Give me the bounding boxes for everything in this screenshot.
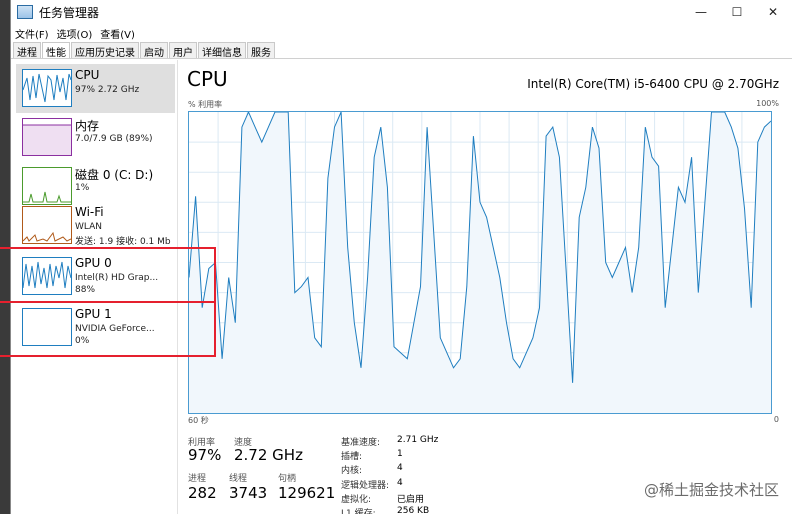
highlight-gpu0 (0, 247, 216, 303)
task-manager-icon (17, 5, 33, 19)
handle-label: 句柄 (278, 474, 297, 484)
process-label: 进程 (188, 474, 207, 484)
sidebar-detail-2: 发送: 1.9 接收: 0.1 Mb (75, 237, 171, 247)
page-title: CPU (187, 67, 228, 91)
detail-value: 256 KB (397, 506, 430, 514)
detail-value: 1 (397, 449, 403, 459)
sidebar-label: CPU (75, 68, 100, 82)
sidebar-label: 磁盘 0 (C: D:) (75, 168, 154, 182)
tab-details[interactable]: 详细信息 (198, 42, 246, 59)
process-value: 282 (188, 484, 217, 502)
minimize-button[interactable]: — (681, 0, 721, 24)
highlight-gpu1 (0, 301, 216, 357)
window-title: 任务管理器 (39, 5, 100, 20)
wifi-mini-graph (22, 206, 72, 244)
detail-value: 4 (397, 478, 403, 488)
tab-users[interactable]: 用户 (169, 42, 197, 59)
detail-label: 插槽: (341, 452, 363, 462)
detail-label: 逻辑处理器: (341, 481, 390, 491)
util-value: 97% (188, 446, 222, 464)
thread-value: 3743 (229, 484, 268, 502)
detail-label: 虚拟化: (341, 495, 372, 505)
close-button[interactable]: ✕ (753, 0, 792, 24)
detail-label: L1 缓存: (341, 509, 376, 514)
detail-label: 基准速度: (341, 438, 381, 448)
handle-value: 129621 (278, 484, 336, 502)
tab-startup[interactable]: 启动 (140, 42, 168, 59)
cpu-model: Intel(R) Core(TM) i5-6400 CPU @ 2.70GHz (527, 77, 779, 91)
sidebar-label: Wi-Fi (75, 205, 104, 219)
thread-label: 线程 (229, 474, 248, 484)
sidebar-detail: 97% 2.72 GHz (75, 85, 140, 95)
cpu-detail-panel: CPU Intel(R) Core(TM) i5-6400 CPU @ 2.70… (177, 60, 792, 514)
watermark: @稀土掘金技术社区 (643, 481, 779, 499)
menu-options[interactable]: 选项(O) (53, 24, 97, 42)
tab-app-history[interactable]: 应用历史记录 (71, 42, 139, 59)
cpu-mini-graph (22, 69, 72, 107)
tab-services[interactable]: 服务 (247, 42, 275, 59)
sidebar-detail: 7.0/7.9 GB (89%) (75, 134, 153, 144)
detail-value: 已启用 (397, 495, 425, 505)
sidebar-detail: WLAN (75, 222, 103, 232)
detail-value: 2.71 GHz (397, 435, 439, 445)
tab-divider (11, 58, 792, 59)
disk-mini-graph (22, 167, 72, 205)
menu-view[interactable]: 查看(V) (96, 24, 139, 42)
detail-label: 内核: (341, 466, 363, 476)
menu-file[interactable]: 文件(F) (11, 24, 53, 42)
speed-value: 2.72 GHz (234, 446, 303, 464)
sidebar-item-memory[interactable]: 内存 7.0/7.9 GB (89%) (16, 113, 175, 162)
graph-xleft: 60 秒 (188, 416, 209, 425)
tab-performance[interactable]: 性能 (42, 42, 70, 59)
memory-mini-graph (22, 118, 72, 156)
cpu-utilization-graph (188, 110, 772, 414)
cpu-graph-svg (188, 110, 772, 413)
tab-bar: 进程 性能 应用历史记录 启动 用户 详细信息 服务 (13, 42, 276, 59)
sidebar-label: 内存 (75, 119, 100, 133)
graph-ylabel: % 利用率 (188, 100, 223, 109)
title-bar: 任务管理器 — ☐ ✕ (11, 0, 792, 24)
sidebar-item-wifi[interactable]: Wi-Fi WLAN 发送: 1.9 接收: 0.1 Mb (16, 201, 175, 250)
sidebar-detail: 1% (75, 183, 90, 193)
maximize-button[interactable]: ☐ (717, 0, 757, 24)
graph-ymax: 100% (756, 99, 779, 108)
menu-bar: 文件(F) 选项(O) 查看(V) (11, 24, 139, 42)
graph-xright: 0 (773, 415, 779, 424)
sidebar-item-cpu[interactable]: CPU 97% 2.72 GHz (16, 64, 175, 113)
tab-processes[interactable]: 进程 (13, 42, 41, 59)
detail-value: 4 (397, 463, 403, 473)
